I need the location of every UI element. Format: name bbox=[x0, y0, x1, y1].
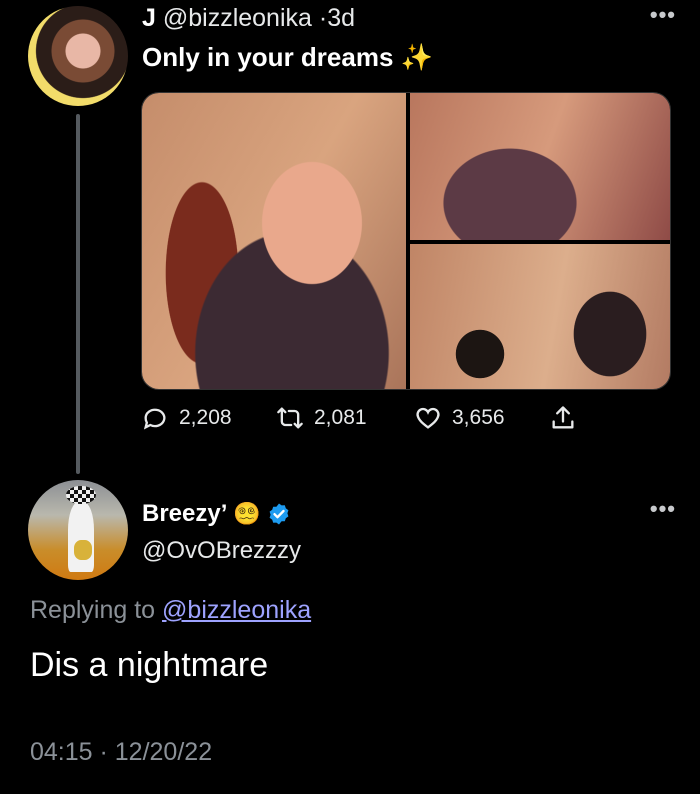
avatar-hat bbox=[66, 486, 96, 504]
tweet1-media-grid bbox=[141, 92, 671, 390]
retweet-button[interactable]: 2,081 bbox=[276, 404, 367, 432]
like-button[interactable]: 3,656 bbox=[414, 404, 505, 432]
tweet1-action-bar: 2,208 2,081 3,656 bbox=[141, 404, 601, 440]
tweet1-header: J @bizzleonika ·3d bbox=[142, 4, 355, 33]
like-count: 3,656 bbox=[452, 406, 505, 429]
verified-badge-icon bbox=[269, 503, 289, 525]
tweet1-handle[interactable]: @bizzleonika bbox=[163, 4, 312, 32]
more-options-icon[interactable]: ••• bbox=[650, 496, 676, 522]
reply-count: 2,208 bbox=[179, 406, 232, 429]
separator-dot: · bbox=[318, 4, 328, 32]
tweet2-timestamp[interactable]: 04:15 · 12/20/22 bbox=[30, 738, 212, 767]
avatar-figure bbox=[68, 502, 94, 572]
more-options-icon[interactable]: ••• bbox=[650, 2, 676, 28]
tweet1-text-body: Only in your dreams bbox=[142, 42, 394, 72]
tweet2-handle[interactable]: @OvOBrezzzy bbox=[142, 537, 301, 565]
thread-line bbox=[76, 114, 80, 474]
media-photo-1[interactable] bbox=[142, 93, 406, 389]
replying-to-line: Replying to @bizzleonika bbox=[30, 596, 311, 625]
avatar-money-bag bbox=[74, 540, 92, 560]
sparkles-emoji: ✨ bbox=[400, 42, 434, 72]
tweet1-age[interactable]: 3d bbox=[327, 4, 355, 32]
tweet2-display-name[interactable]: Breezy’ bbox=[142, 500, 227, 528]
tweet1-text: Only in your dreams ✨ bbox=[142, 42, 433, 73]
reply-icon bbox=[143, 408, 166, 430]
replying-prefix: Replying to bbox=[30, 596, 156, 624]
avatar-bizzleonika[interactable] bbox=[28, 6, 128, 106]
tweet1-display-name[interactable]: J bbox=[142, 4, 156, 32]
media-photo-3[interactable] bbox=[410, 244, 670, 389]
share-icon bbox=[552, 406, 574, 429]
share-button[interactable] bbox=[549, 404, 577, 432]
reply-button[interactable]: 2,208 bbox=[141, 404, 232, 432]
replying-mention-link[interactable]: @bizzleonika bbox=[162, 596, 311, 624]
retweet-count: 2,081 bbox=[314, 406, 367, 429]
retweet-icon bbox=[277, 407, 303, 429]
media-photo-2[interactable] bbox=[410, 93, 670, 240]
heart-icon bbox=[416, 407, 440, 429]
avatar-ovobrezzzy[interactable] bbox=[28, 480, 128, 580]
dizzy-face-emoji: 😵‍💫 bbox=[233, 501, 261, 526]
tweet2-name-row: Breezy’ 😵‍💫 bbox=[142, 500, 291, 528]
tweet2-text: Dis a nightmare bbox=[30, 646, 269, 684]
